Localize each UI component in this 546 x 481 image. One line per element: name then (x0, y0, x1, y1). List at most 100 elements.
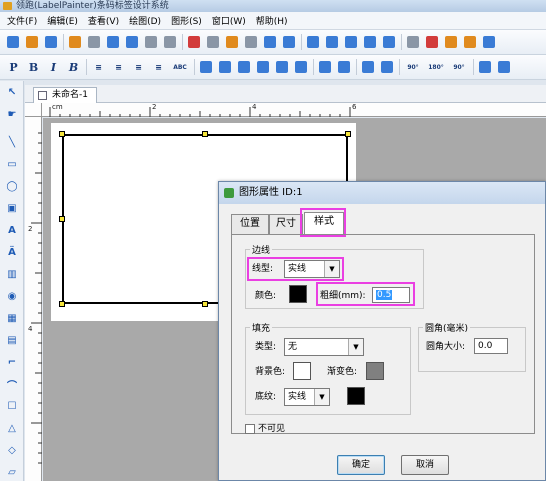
lock-icon[interactable] (445, 36, 457, 48)
eye-icon[interactable] (407, 36, 419, 48)
copy-icon[interactable] (207, 36, 219, 48)
align-objects-middle-icon[interactable] (276, 61, 288, 73)
triangle-tool-icon[interactable]: △ (5, 421, 19, 435)
menu-help[interactable]: 帮助(H) (251, 14, 293, 27)
document-tab[interactable]: 未命名-1 (33, 87, 97, 103)
menu-edit[interactable]: 编辑(E) (42, 14, 83, 27)
settings-icon[interactable] (69, 36, 81, 48)
qrcode-tool-icon[interactable]: ▦ (5, 311, 19, 325)
menu-draw[interactable]: 绘图(D) (124, 14, 166, 27)
invisible-checkbox[interactable] (245, 424, 255, 434)
shape-tool-icon[interactable]: ◉ (5, 289, 19, 303)
zoom-fit-icon[interactable] (345, 36, 357, 48)
menu-window[interactable]: 窗口(W) (207, 14, 251, 27)
zoom-in-icon[interactable] (307, 36, 319, 48)
curve-tool-icon[interactable]: ⌐ (5, 355, 19, 369)
ungroup-icon[interactable] (498, 61, 510, 73)
group-icon[interactable] (479, 61, 491, 73)
menu-shape[interactable]: 图形(S) (166, 14, 207, 27)
distribute-horizontal-icon[interactable] (362, 61, 374, 73)
align-objects-top-icon[interactable] (257, 61, 269, 73)
open-icon[interactable] (26, 36, 38, 48)
align-center-icon[interactable]: ≡ (111, 60, 126, 75)
bold-italic-button[interactable]: B (66, 60, 81, 75)
tab-position[interactable]: 位置 (231, 214, 269, 234)
toolbar-separator (313, 59, 314, 75)
rotate-270-button[interactable]: 90° (450, 60, 468, 75)
line-tool-icon[interactable]: ╲ (5, 135, 19, 149)
layer-icon[interactable] (483, 36, 495, 48)
redo-icon[interactable] (283, 36, 295, 48)
zoom-out-icon[interactable] (326, 36, 338, 48)
resize-handle[interactable] (345, 131, 351, 137)
align-right-icon[interactable]: ≡ (131, 60, 146, 75)
diamond-tool-icon[interactable]: ◇ (5, 443, 19, 457)
gradient-color-swatch[interactable] (366, 362, 384, 380)
chevron-down-icon[interactable]: ▼ (314, 389, 329, 405)
polygon-tool-icon[interactable]: ☐ (5, 399, 19, 413)
color-label: 颜色: (255, 291, 277, 301)
undo-icon[interactable] (264, 36, 276, 48)
parallelogram-tool-icon[interactable]: ▱ (5, 465, 19, 479)
print-icon[interactable] (88, 36, 100, 48)
pattern-select[interactable]: 实线 ▼ (284, 388, 330, 406)
paste-icon[interactable] (226, 36, 238, 48)
outline-text-tool-icon[interactable]: Ä (5, 245, 19, 259)
database-icon[interactable] (126, 36, 138, 48)
print-preview-icon[interactable] (107, 36, 119, 48)
arc-tool-icon[interactable]: ⌒ (5, 377, 19, 392)
resize-handle[interactable] (202, 301, 208, 307)
align-objects-bottom-icon[interactable] (295, 61, 307, 73)
ellipse-tool-icon[interactable]: ◯ (5, 179, 19, 193)
text-style-p-button[interactable]: P (6, 60, 21, 75)
border-color-swatch[interactable] (289, 285, 307, 303)
corner-radius-input[interactable]: 0.0 (474, 338, 508, 354)
fill-type-select[interactable]: 无 ▼ (284, 338, 364, 356)
ruler-unit-label: cm (52, 103, 63, 111)
align-objects-right-icon[interactable] (238, 61, 250, 73)
image-tool-icon[interactable]: ▣ (5, 201, 19, 215)
zoom-actual-icon[interactable] (364, 36, 376, 48)
resize-handle[interactable] (202, 131, 208, 137)
dialog-title-bar[interactable]: 图形属性 ID:1 (219, 182, 545, 204)
tab-size[interactable]: 尺寸 (269, 214, 303, 234)
align-objects-center-icon[interactable] (219, 61, 231, 73)
chevron-down-icon[interactable]: ▼ (348, 339, 363, 355)
rectangle-tool-icon[interactable]: ▭ (5, 157, 19, 171)
rotate-180-button[interactable]: 180° (427, 60, 445, 75)
resize-handle[interactable] (59, 301, 65, 307)
align-objects-left-icon[interactable] (200, 61, 212, 73)
eye-off-icon[interactable] (426, 36, 438, 48)
bg-color-swatch[interactable] (293, 362, 311, 380)
zoom-custom-icon[interactable] (383, 36, 395, 48)
cancel-button[interactable]: 取消 (401, 455, 449, 475)
ok-button[interactable]: 确定 (337, 455, 385, 475)
rotate-90-button[interactable]: 90° (404, 60, 422, 75)
same-height-icon[interactable] (338, 61, 350, 73)
delete-icon[interactable] (245, 36, 257, 48)
pan-icon[interactable]: ☛ (5, 107, 19, 121)
table-tool-icon[interactable]: ▤ (5, 333, 19, 347)
grid-icon[interactable] (145, 36, 157, 48)
same-width-icon[interactable] (319, 61, 331, 73)
barcode-tool-icon[interactable]: ▥ (5, 267, 19, 281)
ruler-mark: 2 (152, 103, 157, 111)
menu-view[interactable]: 查看(V) (83, 14, 124, 27)
text-tool-icon[interactable]: A (5, 223, 19, 237)
text-case-button[interactable]: ABC (171, 60, 189, 75)
pointer-icon[interactable]: ↖ (5, 85, 19, 99)
pattern-color-swatch[interactable] (347, 387, 365, 405)
new-icon[interactable] (7, 36, 19, 48)
barcode-icon[interactable] (164, 36, 176, 48)
resize-handle[interactable] (59, 216, 65, 222)
bold-button[interactable]: B (26, 60, 41, 75)
justify-icon[interactable]: ≡ (151, 60, 166, 75)
menu-file[interactable]: 文件(F) (2, 14, 42, 27)
save-icon[interactable] (45, 36, 57, 48)
cut-icon[interactable] (188, 36, 200, 48)
align-left-icon[interactable]: ≡ (91, 60, 106, 75)
italic-button[interactable]: I (46, 60, 61, 75)
resize-handle[interactable] (59, 131, 65, 137)
distribute-vertical-icon[interactable] (381, 61, 393, 73)
unlock-icon[interactable] (464, 36, 476, 48)
